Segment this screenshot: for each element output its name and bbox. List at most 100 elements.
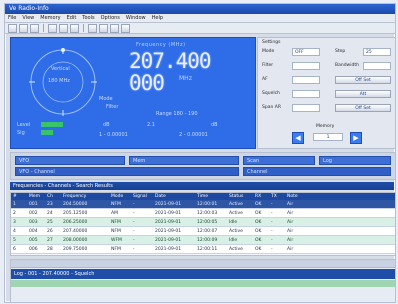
- menu-view[interactable]: View: [22, 14, 34, 22]
- table-header-note[interactable]: Note: [285, 193, 395, 200]
- table-cell: NFM: [109, 200, 131, 209]
- level-meter: [41, 122, 63, 127]
- tool-button-paste[interactable]: [70, 23, 79, 33]
- window-title-bar: Ve Radio-Info: [5, 4, 395, 14]
- tool-button-copy[interactable]: [59, 23, 68, 33]
- menu-memory[interactable]: Memory: [40, 14, 60, 22]
- table-cell: -: [131, 226, 153, 236]
- db-label: dB: [103, 122, 110, 128]
- table-cell: -: [269, 217, 285, 227]
- table-row[interactable]: 4 004 26 207.40000 NFM - 2021-09-01 12:0…: [11, 226, 395, 236]
- squelch-setting-field[interactable]: [292, 90, 320, 98]
- frequency-table-grid: # Mem Ch Frequency Mode Signal Date Time…: [11, 193, 395, 254]
- menu-help[interactable]: Help: [152, 14, 163, 22]
- ratio2-label: 2 - 0.00001: [179, 132, 208, 138]
- table-row[interactable]: 5 005 27 208.00000 WFM - 2021-09-01 12:0…: [11, 235, 395, 245]
- frequency-unit: MHz: [179, 75, 192, 82]
- table-header-status[interactable]: Status: [227, 193, 253, 200]
- table-cell: 2021-09-01: [153, 235, 195, 245]
- table-header-tx[interactable]: TX: [269, 193, 285, 200]
- table-header-index[interactable]: #: [11, 193, 27, 200]
- offset-button-1[interactable]: Off Set: [335, 76, 391, 84]
- span-setting-field[interactable]: [292, 104, 320, 112]
- ratio1-label: 1 - 0.00001: [99, 132, 128, 138]
- band-slot-vfo-channel[interactable]: VFO - Channel: [15, 167, 239, 176]
- table-header-frequency[interactable]: Frequency: [61, 193, 109, 200]
- af-setting-field[interactable]: [292, 76, 320, 84]
- table-cell: 002: [27, 208, 45, 218]
- tool-button-open[interactable]: [19, 23, 28, 33]
- table-header-time[interactable]: Time: [195, 193, 227, 200]
- table-row[interactable]: 3 003 25 206.25000 NFM - 2021-09-01 12:0…: [11, 217, 395, 227]
- tool-button-scan[interactable]: [88, 23, 97, 33]
- grid-header: Frequencies - Channels - Search Results: [10, 182, 394, 190]
- prev-memory-button[interactable]: ◀: [292, 132, 304, 144]
- af-setting-label: AF: [262, 77, 268, 82]
- bottom-panel: Log - 001 - 207.40000 - Squelch: [10, 259, 395, 302]
- menu-options[interactable]: Options: [101, 14, 120, 22]
- filter-label: Filter: [106, 104, 119, 110]
- table-cell: 12:00:05: [195, 217, 227, 227]
- tool-button-search[interactable]: [99, 23, 108, 33]
- memory-nav-title: Memory: [316, 124, 335, 129]
- span-setting-label: Span AR: [262, 105, 281, 110]
- frequency-title: Frequency (MHz): [136, 42, 186, 48]
- menu-tools[interactable]: Tools: [82, 14, 94, 22]
- tool-button-cut[interactable]: [48, 23, 57, 33]
- menu-edit[interactable]: Edit: [67, 14, 77, 22]
- table-cell: 207.40000: [61, 226, 109, 236]
- table-cell: -: [269, 208, 285, 218]
- step-setting-field[interactable]: 25: [363, 48, 391, 56]
- db2-label: dB: [211, 122, 218, 128]
- table-cell: Idle: [227, 235, 253, 245]
- tool-button-new[interactable]: [8, 23, 17, 33]
- band-slot-scan[interactable]: Scan: [243, 156, 315, 165]
- table-cell: 5: [11, 235, 27, 245]
- table-cell: -: [269, 235, 285, 245]
- left-arrow-icon: ◀: [295, 134, 301, 142]
- table-cell: AM: [109, 208, 131, 218]
- table-header-rx[interactable]: RX: [253, 193, 269, 200]
- table-header-date[interactable]: Date: [153, 193, 195, 200]
- table-cell: 26: [45, 226, 61, 236]
- table-header-mode[interactable]: Mode: [109, 193, 131, 200]
- table-cell: 206.25000: [61, 217, 109, 227]
- table-cell: 005: [27, 235, 45, 245]
- table-cell: 12:00:11: [195, 244, 227, 254]
- table-cell: 2021-09-01: [153, 244, 195, 254]
- band-slot-mem[interactable]: Mem: [129, 156, 239, 165]
- tool-button-log[interactable]: [110, 23, 119, 33]
- frequency-display[interactable]: 207.400 000: [129, 50, 249, 94]
- memory-value-field[interactable]: 1: [313, 133, 343, 141]
- tool-button-save[interactable]: [30, 23, 39, 33]
- table-cell: NFM: [109, 226, 131, 236]
- table-cell: 003: [27, 217, 45, 227]
- bottom-log-bar[interactable]: Log - 001 - 207.40000 - Squelch: [11, 269, 395, 279]
- table-header-ch[interactable]: Ch: [45, 193, 61, 200]
- table-cell: OK: [253, 200, 269, 209]
- table-header-signal[interactable]: Signal: [131, 193, 153, 200]
- step-setting-label: Step: [335, 49, 346, 54]
- table-row[interactable]: 1 001 23 204.50000 NFM - 2021-09-01 12:0…: [11, 200, 395, 209]
- signal-meter: [41, 130, 53, 135]
- table-cell: -: [131, 244, 153, 254]
- table-cell: 12:00:03: [195, 208, 227, 218]
- menu-window[interactable]: Window: [126, 14, 146, 22]
- filter-setting-field[interactable]: [292, 62, 320, 70]
- table-row[interactable]: 6 006 28 209.75000 NFM - 2021-09-01 12:0…: [11, 244, 395, 254]
- mode-setting-field[interactable]: OFF: [292, 48, 320, 56]
- tool-button-settings[interactable]: [121, 23, 130, 33]
- table-cell: OK: [253, 217, 269, 227]
- table-header-mem[interactable]: Mem: [27, 193, 45, 200]
- band-slot-log[interactable]: Log: [319, 156, 391, 165]
- bandwidth-setting-field[interactable]: [363, 62, 391, 70]
- band-slot-vfo[interactable]: VFO: [15, 156, 125, 165]
- band-slot-channel[interactable]: Channel: [243, 167, 391, 176]
- table-cell: 12:00:01: [195, 200, 227, 209]
- offset-button-2[interactable]: Off Set: [335, 104, 391, 112]
- sig-label: Sig: [17, 130, 25, 136]
- table-row[interactable]: 2 002 24 205.12500 AM - 2021-09-01 12:00…: [11, 208, 395, 218]
- att-button[interactable]: Att: [335, 90, 391, 98]
- next-memory-button[interactable]: ▶: [350, 132, 362, 144]
- menu-file[interactable]: File: [8, 14, 16, 22]
